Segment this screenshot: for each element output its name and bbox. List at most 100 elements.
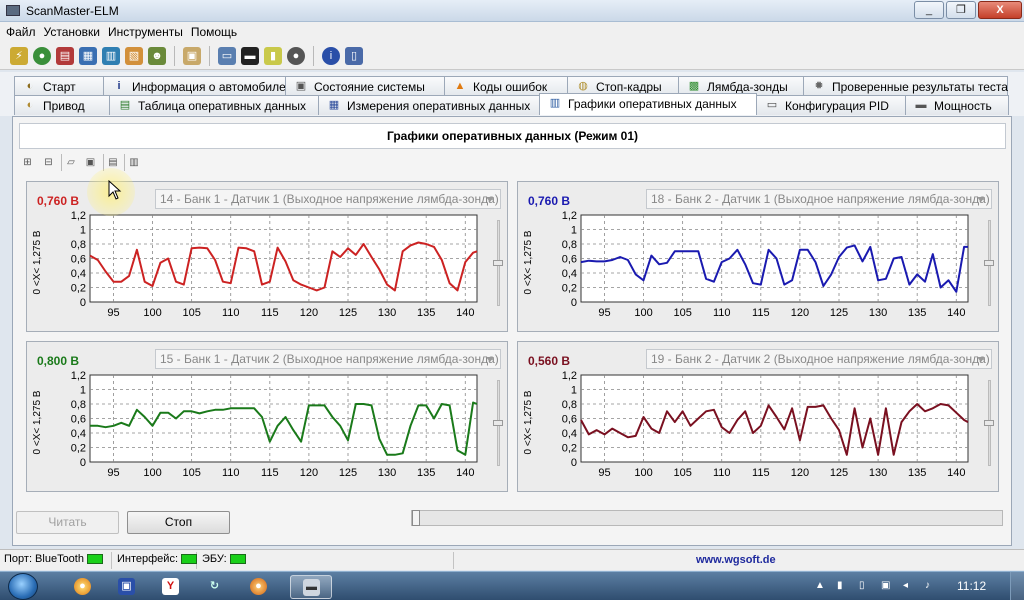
tab-pid-config[interactable]: ▭ Конфигурация PID: [756, 95, 906, 115]
x-tick-label: 140: [456, 307, 474, 319]
tab-live-data-table[interactable]: ▤ Таблица оперативных данных: [109, 95, 319, 115]
info-icon[interactable]: i: [322, 46, 340, 65]
battery-icon[interactable]: ▯: [859, 580, 871, 592]
vertical-scale-slider[interactable]: [493, 220, 503, 306]
status-led: [86, 554, 103, 565]
stop-button[interactable]: Стоп: [127, 511, 230, 534]
report-icon[interactable]: ▤: [56, 46, 74, 65]
maximize-button[interactable]: ❐: [946, 1, 976, 19]
taskbar-app[interactable]: ↻: [194, 575, 234, 599]
pid-select[interactable]: 19 - Банк 2 - Датчик 2 (Выходное напряже…: [646, 349, 992, 369]
slider-thumb[interactable]: [493, 260, 503, 266]
tab-label: Графики оперативных данных: [568, 97, 737, 111]
tab-power[interactable]: ▬ Мощность: [905, 95, 1009, 115]
system-icon: ▣: [295, 80, 307, 92]
tab-drive[interactable]: ◐ Привод: [14, 95, 110, 115]
chart-icon[interactable]: ▥: [102, 46, 120, 65]
pid-select[interactable]: 14 - Банк 1 - Датчик 1 (Выходное напряже…: [155, 189, 501, 209]
open-folder-icon[interactable]: ▱: [61, 153, 78, 171]
globe-icon[interactable]: ●: [33, 46, 51, 65]
panel-title: Графики оперативных данных (Режим 01): [19, 123, 1006, 149]
x-tick-label: 125: [830, 467, 848, 479]
x-tick-label: 140: [947, 467, 965, 479]
tab-start[interactable]: ◐ Старт: [14, 76, 104, 96]
vertical-scale-slider[interactable]: [984, 380, 994, 466]
save-icon[interactable]: ▣: [82, 154, 99, 171]
y-tick-label: 1,2: [71, 210, 86, 222]
clipboard-icon[interactable]: ▣: [183, 46, 201, 65]
battery-icon[interactable]: ▮: [264, 46, 282, 65]
y-axis-label: 0 <X< 1,275 В: [32, 230, 43, 294]
window-title: ScanMaster-ELM: [26, 4, 119, 18]
add-graph-icon[interactable]: ⊞: [19, 154, 36, 171]
scope-icon[interactable]: ▧: [125, 46, 143, 65]
x-tick-label: 125: [830, 307, 848, 319]
close-button[interactable]: X: [978, 1, 1022, 19]
start-button[interactable]: [8, 573, 38, 600]
signal-icon[interactable]: ▮: [837, 580, 849, 592]
tab-row-1: ◐ Старт i Информация о автомобиле ▣ Состоян…: [14, 76, 1008, 96]
y-tick-label: 1: [571, 225, 577, 237]
read-button[interactable]: Читать: [16, 511, 119, 534]
tab-system-status[interactable]: ▣ Состояние системы: [285, 76, 445, 96]
taskbar-app[interactable]: ●: [238, 575, 278, 599]
y-tick-label: 0,4: [71, 428, 86, 440]
tab-vehicle-info[interactable]: i Информация о автомобиле: [103, 76, 286, 96]
menu-settings[interactable]: Установки: [42, 22, 106, 42]
y-axis-label: 0 <X< 1,275 В: [32, 390, 43, 454]
vertical-scale-slider[interactable]: [984, 220, 994, 306]
taskbar-app-scanmaster[interactable]: ▬: [290, 575, 332, 599]
slider-thumb[interactable]: [984, 260, 994, 266]
pid-select[interactable]: 15 - Банк 1 - Датчик 2 (Выходное напряже…: [155, 349, 501, 369]
slider-thumb[interactable]: [984, 420, 994, 426]
network-icon[interactable]: ▣: [881, 580, 893, 592]
website-link[interactable]: www.wgsoft.de: [696, 554, 776, 566]
time-scroll-slider[interactable]: [411, 510, 1003, 526]
taskbar-app[interactable]: ●: [62, 575, 102, 599]
terminal-icon[interactable]: ▬: [241, 46, 259, 65]
x-tick-label: 110: [222, 467, 240, 479]
chart-current-value: 0,760 В: [528, 194, 571, 208]
taskbar-clock: 11:12: [957, 579, 987, 593]
y-tick-label: 0: [80, 297, 86, 309]
tab-test-results[interactable]: ✹ Проверенные результаты теста: [803, 76, 1008, 96]
toolbar-separator: [313, 45, 314, 66]
chevron-up-icon[interactable]: ▲: [815, 580, 827, 592]
vertical-scale-slider[interactable]: [493, 380, 503, 466]
menu-file[interactable]: Файл: [4, 22, 42, 42]
x-tick-label: 135: [417, 467, 435, 479]
table-icon[interactable]: ▦: [79, 46, 97, 65]
tab-label: Конфигурация PID: [785, 99, 889, 113]
sound-icon[interactable]: ♪: [925, 580, 937, 592]
slider-thumb[interactable]: [493, 420, 503, 426]
tab-live-data-measure[interactable]: ▦ Измерения оперативных данных: [318, 95, 540, 115]
monitor-icon[interactable]: ▭: [218, 46, 236, 65]
tab-label: Информация о автомобиле: [132, 80, 286, 94]
volume-icon[interactable]: ◂: [903, 580, 915, 592]
chevron-down-icon: [486, 197, 494, 202]
menu-tools[interactable]: Инструменты: [106, 22, 189, 42]
menu-help[interactable]: Помощь: [189, 22, 243, 42]
user-icon[interactable]: ☻: [148, 46, 166, 65]
y-axis-label: 0 <X< 1,275 В: [523, 230, 534, 294]
x-tick-label: 95: [107, 307, 119, 319]
tab-live-data-graphs[interactable]: ▥ Графики оперативных данных: [539, 93, 757, 115]
tab-label: Стоп-кадры: [596, 80, 662, 94]
status-led: [229, 554, 246, 565]
connect-icon[interactable]: ⚡: [10, 46, 28, 65]
remove-graph-icon[interactable]: ⊟: [40, 154, 57, 171]
chart-current-value: 0,800 В: [37, 354, 80, 368]
slider-thumb[interactable]: [412, 510, 420, 526]
chevron-down-icon: [486, 357, 494, 362]
print-preview-icon[interactable]: ▥: [124, 153, 141, 171]
show-desktop-button[interactable]: [1010, 572, 1024, 600]
taskbar-app[interactable]: ▣: [106, 575, 146, 599]
taskbar-app[interactable]: Y: [150, 575, 190, 599]
gauge-icon[interactable]: ●: [287, 46, 305, 65]
y-tick-label: 0,6: [562, 254, 577, 266]
y-tick-label: 1: [80, 225, 86, 237]
media-icon: ●: [250, 578, 267, 595]
exit-icon[interactable]: ▯: [345, 46, 363, 65]
minimize-button[interactable]: _: [914, 1, 944, 19]
pid-select[interactable]: 18 - Банк 2 - Датчик 1 (Выходное напряже…: [646, 189, 992, 209]
